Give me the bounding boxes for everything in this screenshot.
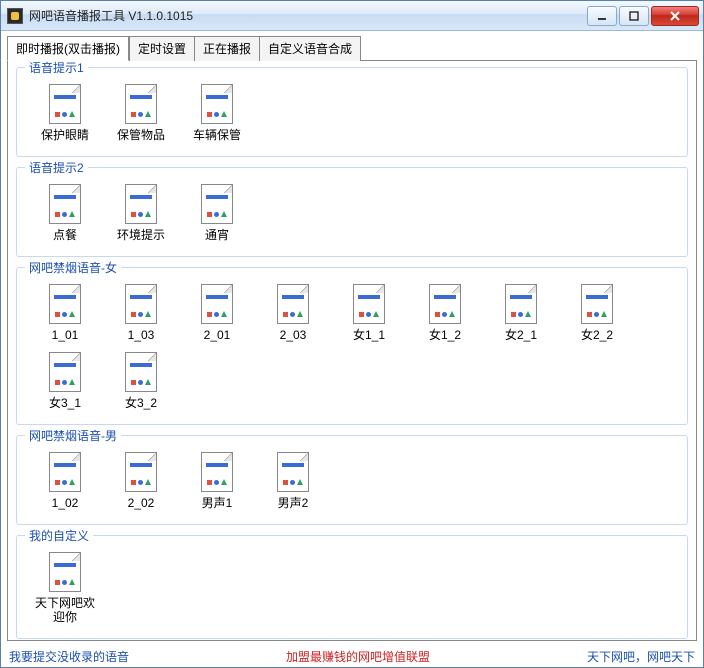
item-label: 通宵 — [185, 228, 249, 242]
tab-0[interactable]: 即时播报(双击播报) — [7, 36, 129, 61]
status-bar: 我要提交没收录的语音 加盟最赚钱的网吧增值联盟 天下网吧，网吧天下 — [1, 645, 703, 667]
audio-item[interactable]: 女3_2 — [103, 352, 179, 410]
audio-item[interactable]: 2_02 — [103, 452, 179, 510]
audio-item[interactable]: 男声1 — [179, 452, 255, 510]
item-list: 点餐环境提示通宵 — [27, 180, 677, 248]
audio-item[interactable]: 女3_1 — [27, 352, 103, 410]
group-title: 网吧禁烟语音-女 — [25, 259, 121, 276]
content-area: 语音提示1保护眼睛保管物品车辆保管语音提示2点餐环境提示通宵网吧禁烟语音-女1_… — [7, 60, 697, 641]
audio-item[interactable]: 1_01 — [27, 284, 103, 342]
audio-item[interactable]: 保管物品 — [103, 84, 179, 142]
audio-item[interactable]: 车辆保管 — [179, 84, 255, 142]
item-label: 保管物品 — [109, 128, 173, 142]
audio-file-icon — [505, 284, 537, 324]
titlebar: 网吧语音播报工具 V1.1.0.1015 — [1, 1, 703, 31]
item-list: 1_02 2_02 男声1 男声2 — [27, 448, 677, 516]
item-label: 女3_1 — [33, 396, 97, 410]
audio-file-icon — [353, 284, 385, 324]
item-list: 天下网吧欢迎你 — [27, 548, 677, 630]
tab-1[interactable]: 定时设置 — [129, 36, 195, 61]
audio-item[interactable]: 保护眼睛 — [27, 84, 103, 142]
audio-file-icon — [201, 184, 233, 224]
audio-item[interactable]: 环境提示 — [103, 184, 179, 242]
audio-item[interactable]: 点餐 — [27, 184, 103, 242]
audio-item[interactable]: 2_03 — [255, 284, 331, 342]
audio-file-icon — [581, 284, 613, 324]
group-title: 语音提示2 — [25, 159, 88, 176]
audio-file-icon — [125, 184, 157, 224]
audio-file-icon — [49, 184, 81, 224]
close-button[interactable] — [651, 6, 699, 26]
group-4: 我的自定义天下网吧欢迎你 — [16, 535, 688, 639]
audio-item[interactable]: 1_02 — [27, 452, 103, 510]
window-buttons — [587, 6, 699, 26]
audio-item[interactable]: 天下网吧欢迎你 — [27, 552, 103, 624]
item-label: 男声1 — [185, 496, 249, 510]
item-label: 天下网吧欢迎你 — [33, 596, 97, 624]
item-label: 1_02 — [33, 496, 97, 510]
item-label: 女3_2 — [109, 396, 173, 410]
audio-file-icon — [49, 552, 81, 592]
app-window: 网吧语音播报工具 V1.1.0.1015 即时播报(双击播报)定时设置正在播报自… — [0, 0, 704, 668]
tab-bar: 即时播报(双击播报)定时设置正在播报自定义语音合成 — [1, 31, 703, 60]
audio-file-icon — [429, 284, 461, 324]
audio-item[interactable]: 男声2 — [255, 452, 331, 510]
item-label: 女2_1 — [489, 328, 553, 342]
item-list: 1_01 1_03 2_01 2_03 女1_1 女1_2 女2_1 女2_2 女3_1 女3_2 — [27, 280, 677, 416]
window-title: 网吧语音播报工具 V1.1.0.1015 — [29, 7, 587, 24]
audio-file-icon — [201, 452, 233, 492]
audio-item[interactable]: 女2_1 — [483, 284, 559, 342]
audio-file-icon — [49, 84, 81, 124]
group-title: 我的自定义 — [25, 527, 93, 544]
item-label: 女2_2 — [565, 328, 629, 342]
audio-file-icon — [277, 284, 309, 324]
audio-file-icon — [277, 452, 309, 492]
audio-file-icon — [125, 284, 157, 324]
item-label: 点餐 — [33, 228, 97, 242]
audio-file-icon — [125, 352, 157, 392]
item-label: 女1_2 — [413, 328, 477, 342]
audio-file-icon — [125, 84, 157, 124]
audio-item[interactable]: 女2_2 — [559, 284, 635, 342]
audio-file-icon — [201, 84, 233, 124]
audio-item[interactable]: 女1_1 — [331, 284, 407, 342]
audio-item[interactable]: 2_01 — [179, 284, 255, 342]
group-2: 网吧禁烟语音-女1_011_032_012_03女1_1女1_2女2_1女2_2… — [16, 267, 688, 425]
tab-2[interactable]: 正在播报 — [195, 36, 260, 61]
item-label: 环境提示 — [109, 228, 173, 242]
item-list: 保护眼睛保管物品车辆保管 — [27, 80, 677, 148]
audio-file-icon — [49, 284, 81, 324]
audio-item[interactable]: 通宵 — [179, 184, 255, 242]
item-label: 车辆保管 — [185, 128, 249, 142]
item-label: 2_03 — [261, 328, 325, 342]
item-label: 1_01 — [33, 328, 97, 342]
audio-file-icon — [201, 284, 233, 324]
group-title: 网吧禁烟语音-男 — [25, 427, 121, 444]
audio-item[interactable]: 1_03 — [103, 284, 179, 342]
group-1: 语音提示2点餐环境提示通宵 — [16, 167, 688, 257]
item-label: 1_03 — [109, 328, 173, 342]
audio-file-icon — [125, 452, 157, 492]
audio-file-icon — [49, 352, 81, 392]
group-0: 语音提示1保护眼睛保管物品车辆保管 — [16, 67, 688, 157]
status-link-slogan[interactable]: 天下网吧，网吧天下 — [587, 648, 695, 665]
group-3: 网吧禁烟语音-男1_022_02男声1男声2 — [16, 435, 688, 525]
group-title: 语音提示1 — [25, 60, 88, 76]
maximize-button[interactable] — [619, 6, 649, 26]
minimize-button[interactable] — [587, 6, 617, 26]
item-label: 2_02 — [109, 496, 173, 510]
status-link-alliance[interactable]: 加盟最赚钱的网吧增值联盟 — [129, 648, 587, 665]
tab-3[interactable]: 自定义语音合成 — [260, 36, 361, 61]
status-link-submit[interactable]: 我要提交没收录的语音 — [9, 648, 129, 665]
audio-item[interactable]: 女1_2 — [407, 284, 483, 342]
item-label: 男声2 — [261, 496, 325, 510]
item-label: 2_01 — [185, 328, 249, 342]
audio-file-icon — [49, 452, 81, 492]
item-label: 保护眼睛 — [33, 128, 97, 142]
item-label: 女1_1 — [337, 328, 401, 342]
app-icon — [7, 8, 23, 24]
